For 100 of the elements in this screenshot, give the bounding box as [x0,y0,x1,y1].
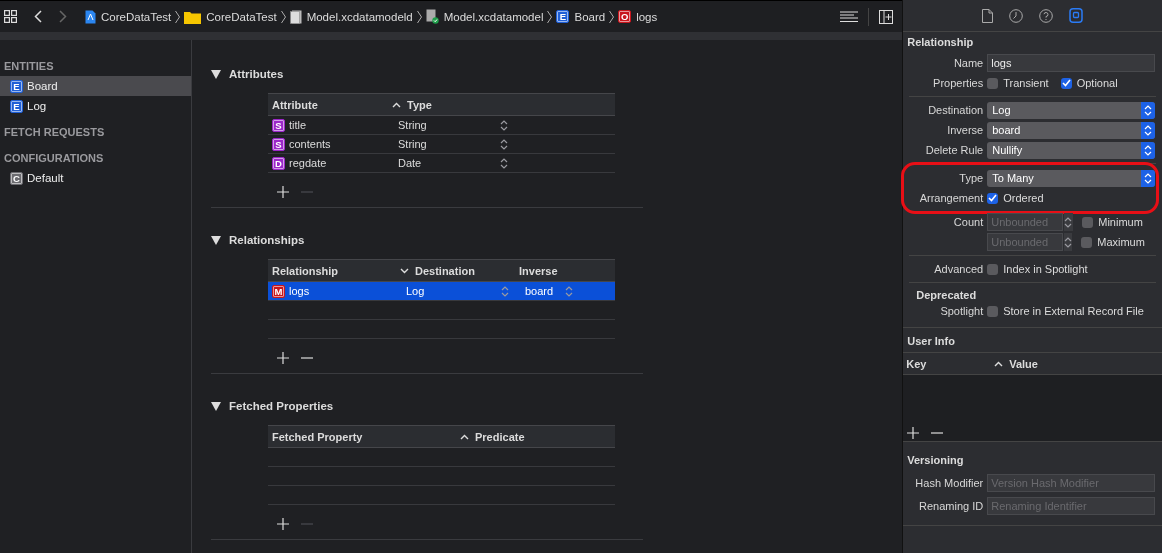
section-title: User Info [906,334,956,349]
sidebar-item[interactable]: E Log [0,96,191,116]
stepper-icon[interactable] [500,157,508,169]
sidebar-item[interactable]: E Board [0,76,191,96]
sort-ascending-icon[interactable] [392,101,401,108]
checkbox-label[interactable]: Optional [1076,77,1118,89]
badge-icon: S [272,137,285,151]
field-label: Type [959,172,984,184]
chevron-icon [175,9,181,24]
clock-icon[interactable] [1009,8,1024,23]
subsection-title: Deprecated [915,288,978,301]
chevron-icon [609,9,615,24]
lines-icon[interactable] [840,10,859,23]
section-title: Versioning [906,453,965,468]
stepper-icon[interactable] [500,138,508,150]
badge-icon: E [10,79,23,93]
checkbox[interactable] [987,192,999,204]
badge-icon: S [272,118,285,132]
field-label: Spotlight [940,305,984,317]
checkbox-label[interactable]: Minimum [1098,216,1143,228]
triangle-down-icon[interactable] [211,235,221,245]
table-row[interactable]: S contents String [268,135,615,154]
table-cell: Date [398,157,422,169]
chevron-icon [280,9,286,24]
column-header[interactable]: Fetched Property [272,430,363,443]
help-icon[interactable] [1039,8,1054,23]
chevron-icon [416,9,422,24]
column-header[interactable]: Key [906,357,927,370]
sort-descending-icon[interactable] [400,267,409,274]
column-header[interactable]: Inverse [519,264,558,277]
column-header[interactable]: Type [407,98,432,111]
stepper-icon[interactable] [1064,236,1073,248]
field-label: Properties [933,77,984,89]
triangle-down-icon[interactable] [211,401,221,411]
checkbox-label[interactable]: Store in External Record File [1003,305,1144,317]
add-icon[interactable] [907,427,920,439]
field-label: Delete Rule [925,144,984,156]
checkbox-label[interactable]: Index in Spotlight [1003,263,1088,275]
field-label: Advanced [934,263,984,275]
column-header[interactable]: Predicate [475,430,525,443]
section-header: FETCH REQUESTS [3,125,106,140]
stepper-icon[interactable] [1064,216,1073,228]
table-row[interactable]: S title String [268,116,615,135]
add-icon[interactable] [277,518,289,530]
grid-icon[interactable] [4,10,17,23]
sort-ascending-icon[interactable] [460,433,469,440]
sort-ascending-icon[interactable] [994,360,1004,367]
table-cell: regdate [289,157,327,169]
badge-icon: D [272,156,285,170]
checkbox[interactable] [987,305,999,317]
badge-icon: C [10,171,23,185]
breadcrumb-item[interactable]: Board [574,10,606,23]
field-label: Renaming ID [919,499,984,512]
column-header[interactable]: Relationship [272,264,338,277]
badge-icon: O [618,10,632,23]
add-icon[interactable] [277,352,289,364]
section-title: Fetched Properties [229,400,334,412]
checkbox[interactable] [1082,216,1094,228]
checkbox[interactable] [987,77,999,89]
back-icon[interactable] [34,10,42,23]
name-field[interactable]: logs [987,54,1156,72]
badge-icon: M [272,284,285,298]
column-header[interactable]: Destination [415,264,475,277]
field-label: Name [953,57,984,69]
table-cell: String [398,138,427,150]
breadcrumb-item[interactable]: CoreDataTest [206,10,277,23]
checkbox[interactable] [1060,77,1072,89]
badge-icon: E [10,99,23,113]
add-editor-icon[interactable] [879,9,894,24]
checkbox[interactable] [1081,236,1093,248]
popup-button[interactable]: To Many [987,169,1156,187]
breadcrumb-item[interactable]: Model.xcdatamodeld [306,10,413,23]
checkbox[interactable] [987,263,999,275]
file-icon[interactable] [982,8,994,23]
forward-icon[interactable] [59,10,67,23]
stepper-icon[interactable] [500,119,508,131]
popup-button[interactable]: Nullify [987,141,1156,159]
popup-button[interactable]: board [987,121,1156,139]
table-row[interactable]: D regdate Date [268,154,615,173]
popup-button[interactable]: Log [987,101,1156,119]
breadcrumb-item[interactable]: CoreDataTest [101,10,172,23]
breadcrumb-item[interactable]: Model.xcdatamodel [443,10,544,23]
section-title: Attributes [229,68,284,80]
cylinder-icon[interactable] [1069,8,1084,23]
sidebar-item[interactable]: C Default [0,168,191,188]
column-header[interactable]: Value [1009,357,1038,370]
add-icon[interactable] [277,186,289,198]
chevron-icon [547,9,553,24]
table-cell: String [398,119,427,131]
section-title: Relationship [906,35,975,50]
triangle-down-icon[interactable] [211,69,221,79]
section-header: CONFIGURATIONS [3,151,105,166]
table-cell: board [525,285,554,297]
checkbox-label[interactable]: Ordered [1003,192,1044,204]
checkbox-label[interactable]: Transient [1003,77,1049,89]
checkbox-label[interactable]: Maximum [1097,236,1145,248]
table-cell: Log [406,285,425,297]
breadcrumb-item[interactable]: logs [636,10,658,23]
column-header[interactable]: Attribute [272,98,318,111]
table-cell: logs [289,285,310,297]
